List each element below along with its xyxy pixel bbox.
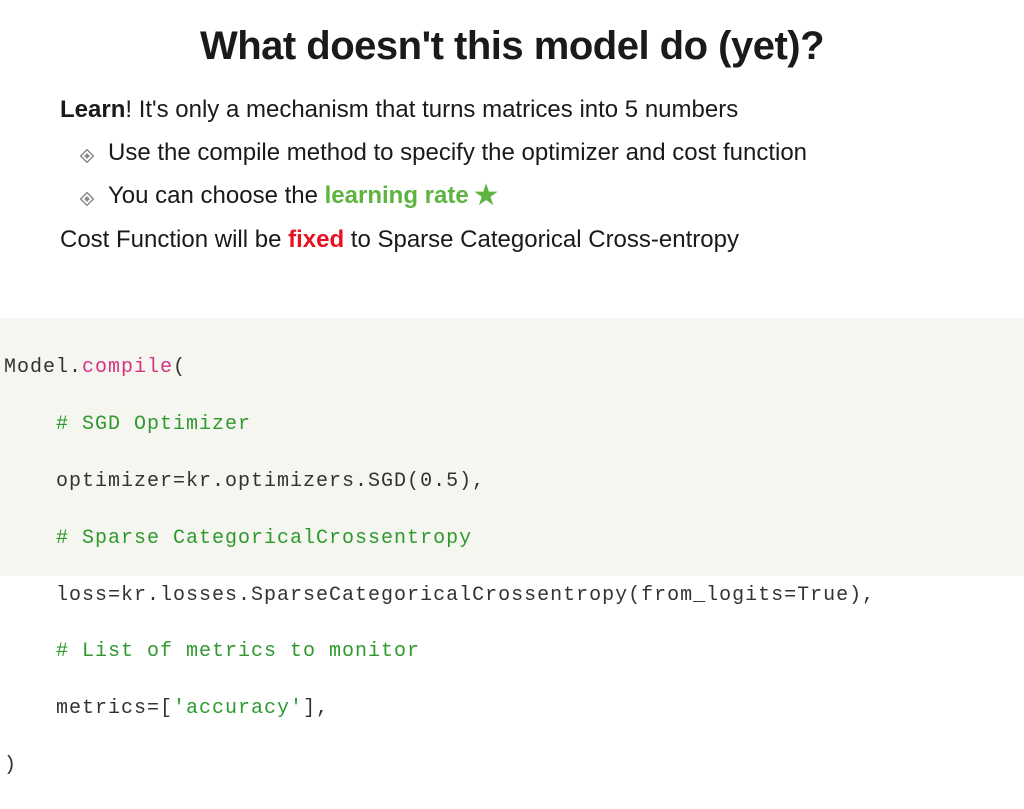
lr-prefix: You can choose the: [108, 182, 325, 209]
line-cost-function: Cost Function will be fixed to Sparse Ca…: [60, 221, 964, 258]
code-line-5: loss=kr.losses.SparseCategoricalCrossent…: [4, 582, 1024, 610]
code-line-4: # Sparse CategoricalCrossentropy: [4, 525, 1024, 553]
slide-body: Learn! It's only a mechanism that turns …: [0, 69, 1024, 258]
code-line-2: # SGD Optimizer: [4, 411, 1024, 439]
bullet-learning-rate: You can choose the learning rate★: [60, 177, 964, 214]
lr-green: learning rate: [325, 182, 469, 209]
learn-rest: ! It's only a mechanism that turns matri…: [125, 96, 738, 123]
cost-fixed: fixed: [288, 226, 344, 253]
cost-prefix: Cost Function will be: [60, 226, 288, 253]
slide-title: What doesn't this model do (yet)?: [0, 0, 1024, 69]
diamond-bullet-icon: [80, 149, 108, 163]
cost-suffix: to Sparse Categorical Cross-entropy: [344, 226, 739, 253]
diamond-bullet-icon: [80, 192, 108, 206]
code-line-3: optimizer=kr.optimizers.SGD(0.5),: [4, 468, 1024, 496]
code-line-1: Model.compile(: [4, 354, 1024, 382]
code-line-8: ): [4, 752, 1024, 780]
code-line-6: # List of metrics to monitor: [4, 638, 1024, 666]
learn-bold: Learn: [60, 96, 125, 123]
code-line-7: metrics=['accuracy'],: [4, 695, 1024, 723]
code-block: Model.compile( # SGD Optimizer optimizer…: [0, 318, 1024, 576]
bullet-compile-text: Use the compile method to specify the op…: [108, 134, 807, 171]
bullet-compile: Use the compile method to specify the op…: [60, 134, 964, 171]
line-learn: Learn! It's only a mechanism that turns …: [60, 91, 964, 128]
